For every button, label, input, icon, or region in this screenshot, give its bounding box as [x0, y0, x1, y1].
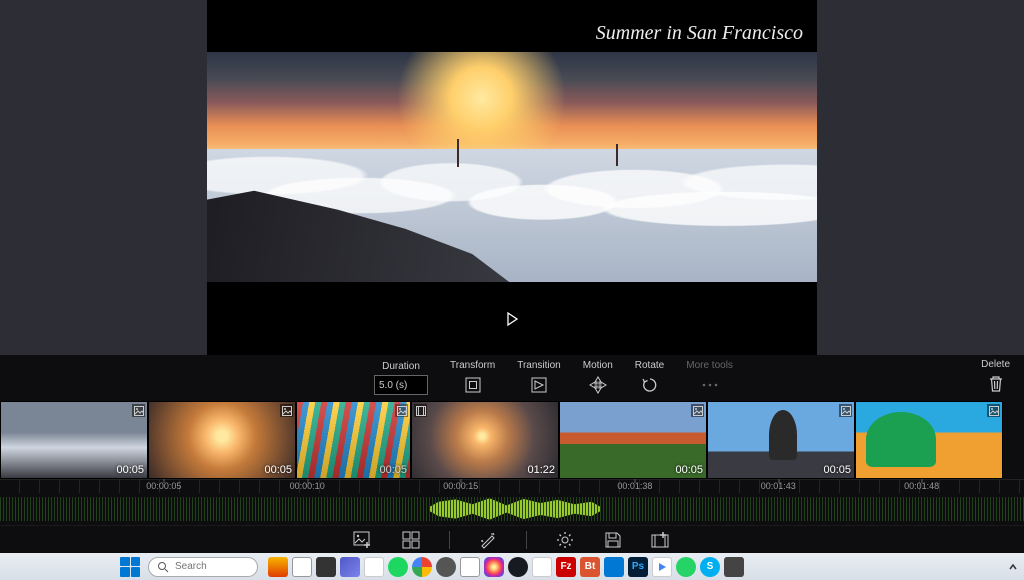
clip-1[interactable]: 00:05: [0, 401, 148, 479]
taskbar-app-icon[interactable]: [652, 557, 672, 577]
image-badge-icon: [132, 404, 145, 417]
more-tools-button[interactable]: [699, 374, 721, 396]
clip-duration: 00:05: [675, 464, 703, 476]
taskbar-spotify-icon[interactable]: [388, 557, 408, 577]
transition-group: Transition: [517, 360, 561, 396]
clip-duration: 00:05: [116, 464, 144, 476]
transform-group: Transform: [450, 360, 495, 396]
preview-area: Summer in San Francisco: [0, 0, 1024, 355]
taskbar-search[interactable]: [148, 557, 258, 577]
taskbar-steam-icon[interactable]: [508, 557, 528, 577]
play-button[interactable]: [503, 310, 521, 328]
taskbar-whatsapp-icon[interactable]: [676, 557, 696, 577]
image-badge-icon: [395, 404, 408, 417]
video-badge-icon: [414, 404, 427, 417]
rotate-label: Rotate: [635, 360, 664, 371]
taskbar-app-icon[interactable]: [268, 557, 288, 577]
motion-button[interactable]: [587, 374, 609, 396]
taskbar-app-icon[interactable]: [316, 557, 336, 577]
video-editor-app: { "preview": { "title_overlay": "Summer …: [0, 0, 1024, 580]
clip-3[interactable]: 00:05: [296, 401, 411, 479]
motion-label: Motion: [583, 360, 613, 371]
taskbar-app-icon[interactable]: [436, 557, 456, 577]
export-button[interactable]: [651, 530, 671, 550]
timeline-clip-strip[interactable]: 00:05 00:05 00:05 01:22 00:05 00:05: [0, 401, 1024, 479]
clip-4[interactable]: 01:22: [411, 401, 559, 479]
taskbar-chrome-icon[interactable]: [412, 557, 432, 577]
clip-duration: 00:05: [823, 464, 851, 476]
taskbar-skype-icon[interactable]: S: [700, 557, 720, 577]
transform-button[interactable]: [462, 374, 484, 396]
clip-6[interactable]: 00:05: [707, 401, 855, 479]
preview-video[interactable]: [207, 52, 817, 282]
image-badge-icon: [987, 404, 1000, 417]
ruler-tick: 00:01:43: [761, 481, 796, 491]
ruler-tick: 00:00:10: [290, 481, 325, 491]
title-overlay-text: Summer in San Francisco: [596, 22, 803, 45]
bottom-action-bar: [0, 525, 1024, 553]
windows-taskbar: Fz Bt Ps S: [0, 553, 1024, 580]
ruler-tick: 00:01:48: [904, 481, 939, 491]
delete-label: Delete: [981, 359, 1010, 370]
taskbar-app-icon[interactable]: Bt: [580, 557, 600, 577]
magic-button[interactable]: [478, 530, 498, 550]
image-badge-icon: [280, 404, 293, 417]
save-button[interactable]: [603, 530, 623, 550]
duration-input[interactable]: [374, 375, 428, 395]
clip-2[interactable]: 00:05: [148, 401, 296, 479]
duration-label: Duration: [382, 361, 420, 372]
image-badge-icon: [839, 404, 852, 417]
chevron-up-icon[interactable]: [1008, 562, 1018, 572]
taskbar-instagram-icon[interactable]: [484, 557, 504, 577]
more-tools-label: More tools: [686, 360, 733, 371]
clip-5[interactable]: 00:05: [559, 401, 707, 479]
image-badge-icon: [691, 404, 704, 417]
audio-track[interactable]: [0, 493, 1024, 525]
taskbar-outlook-icon[interactable]: [364, 557, 384, 577]
ruler-tick: 00:01:38: [617, 481, 652, 491]
delete-button[interactable]: [985, 373, 1007, 395]
storyboard-button[interactable]: [401, 530, 421, 550]
duration-group: Duration: [374, 361, 428, 395]
taskbar-app-icon[interactable]: [724, 557, 744, 577]
time-ruler[interactable]: 00:00:05 00:00:10 00:00:15 00:01:38 00:01:43…: [0, 479, 1024, 493]
taskbar-app-icon[interactable]: [292, 557, 312, 577]
ruler-tick: 00:00:15: [443, 481, 478, 491]
clip-7[interactable]: [855, 401, 1003, 479]
transition-button[interactable]: [528, 374, 550, 396]
taskbar-search-input[interactable]: [175, 561, 245, 572]
taskbar-app-icon[interactable]: [532, 557, 552, 577]
settings-button[interactable]: [555, 530, 575, 550]
delete-group: Delete: [981, 359, 1010, 395]
clip-toolbar: Duration Transform Transition Motion Rot…: [0, 355, 1024, 401]
taskbar-tray[interactable]: [1008, 562, 1018, 572]
preview-frame: Summer in San Francisco: [207, 0, 817, 355]
letterbox-top: Summer in San Francisco: [207, 0, 817, 52]
taskbar-pinned-apps: Fz Bt Ps S: [268, 557, 744, 577]
rotate-group: Rotate: [635, 360, 664, 396]
ruler-tick: 00:00:05: [146, 481, 181, 491]
more-tools-group: More tools: [686, 360, 733, 396]
rotate-button[interactable]: [639, 374, 661, 396]
letterbox-bottom: [207, 282, 817, 355]
taskbar-teams-icon[interactable]: [340, 557, 360, 577]
clip-duration: 00:05: [264, 464, 292, 476]
motion-group: Motion: [583, 360, 613, 396]
start-button[interactable]: [120, 557, 140, 577]
clip-duration: 00:05: [379, 464, 407, 476]
taskbar-app-icon[interactable]: [604, 557, 624, 577]
taskbar-filezilla-icon[interactable]: Fz: [556, 557, 576, 577]
taskbar-app-icon[interactable]: [460, 557, 480, 577]
clip-duration: 01:22: [527, 464, 555, 476]
taskbar-photoshop-icon[interactable]: Ps: [628, 557, 648, 577]
add-media-button[interactable]: [353, 530, 373, 550]
transition-label: Transition: [517, 360, 561, 371]
transform-label: Transform: [450, 360, 495, 371]
search-icon: [157, 561, 169, 573]
